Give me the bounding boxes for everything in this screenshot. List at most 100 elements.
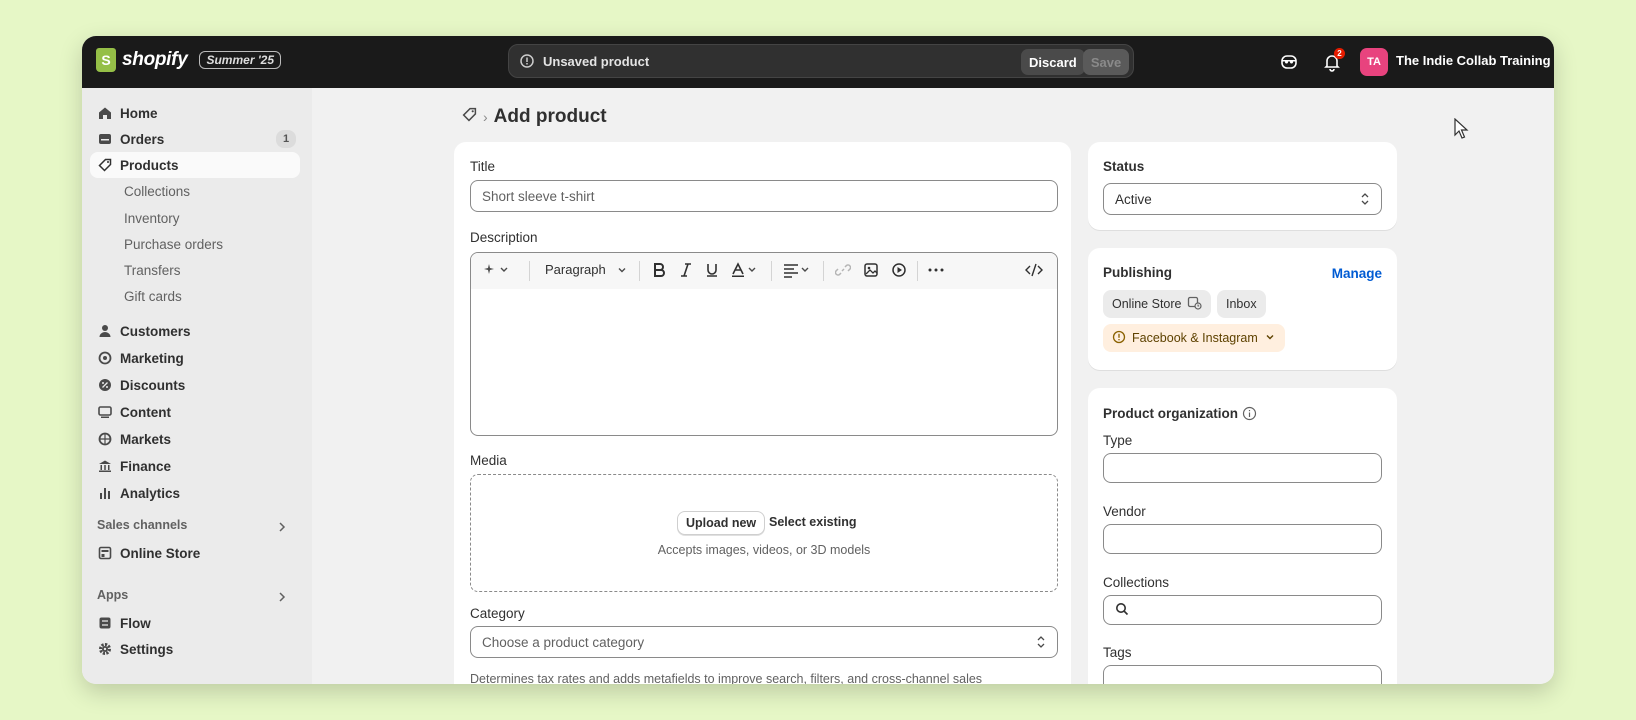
main-content: › Add product Title Short sleeve t-shirt… (312, 88, 1554, 684)
store-name[interactable]: The Indie Collab Training ... (1396, 53, 1554, 68)
sidebar-item-marketing[interactable]: Marketing (90, 345, 300, 371)
upload-new-button[interactable]: Upload new (677, 511, 766, 535)
sidebar: Home Orders 1 Products Collections Inven… (82, 88, 312, 684)
schedule-icon (1187, 295, 1203, 313)
search-icon (1115, 602, 1129, 619)
status-select[interactable]: Active (1103, 183, 1382, 215)
manage-link[interactable]: Manage (1332, 266, 1382, 281)
sidebar-item-label: Orders (120, 131, 165, 147)
sidekick-icon[interactable] (1279, 52, 1299, 77)
tag-icon[interactable] (462, 107, 477, 127)
title-input[interactable]: Short sleeve t-shirt (470, 180, 1058, 212)
sidebar-item-discounts[interactable]: Discounts (90, 372, 300, 398)
shopify-logo[interactable]: S shopify Summer '25 (96, 48, 282, 72)
content-icon (90, 405, 120, 419)
unsaved-label: Unsaved product (543, 54, 650, 69)
sidebar-item-purchase-orders[interactable]: Purchase orders (124, 237, 223, 252)
sidebar-item-transfers[interactable]: Transfers (124, 263, 181, 278)
category-select[interactable]: Choose a product category (470, 626, 1058, 658)
page-title: Add product (493, 106, 607, 127)
channel-chip-facebook-instagram[interactable]: Facebook & Instagram (1103, 324, 1285, 352)
mouse-cursor-icon (1454, 117, 1470, 145)
sidebar-item-finance[interactable]: Finance (90, 453, 300, 479)
sidebar-item-label: Customers (120, 323, 191, 339)
image-icon[interactable] (863, 262, 879, 278)
sidebar-item-markets[interactable]: Markets (90, 426, 300, 452)
type-label: Type (1103, 433, 1133, 448)
status-title: Status (1103, 159, 1145, 174)
sales-channels-heading: Sales channels (97, 518, 188, 532)
vendor-input[interactable] (1103, 524, 1382, 554)
align-left-icon[interactable] (783, 262, 813, 278)
breadcrumb: › Add product (462, 106, 607, 128)
product-organization-card: Product organization Type Vendor Collect… (1088, 388, 1397, 684)
toolbar-divider (917, 261, 918, 281)
sidebar-item-flow[interactable]: Flow (90, 610, 300, 636)
category-placeholder: Choose a product category (482, 634, 645, 650)
discard-button[interactable]: Discard (1021, 49, 1085, 75)
chevron-down-icon (1264, 331, 1276, 346)
breadcrumb-separator: › (483, 109, 488, 125)
sidebar-item-orders[interactable]: Orders 1 (90, 126, 300, 152)
channel-name: Online Store (1112, 297, 1182, 311)
video-icon[interactable] (891, 262, 907, 278)
publishing-card: Publishing Manage Online Store Inbox Fac… (1088, 248, 1397, 370)
sidebar-item-products[interactable]: Products (90, 152, 300, 178)
select-existing-button[interactable]: Select existing (769, 515, 857, 529)
sidebar-item-label: Products (120, 157, 179, 173)
sidebar-item-gift-cards[interactable]: Gift cards (124, 289, 182, 304)
collections-search-input[interactable] (1103, 595, 1382, 625)
description-editor[interactable]: Paragraph (470, 252, 1058, 436)
sidebar-item-label: Analytics (120, 485, 181, 501)
code-view-icon[interactable] (1025, 262, 1043, 278)
channel-name: Facebook & Instagram (1132, 331, 1258, 345)
sidebar-item-settings[interactable]: Settings (90, 636, 300, 662)
product-details-card: Title Short sleeve t-shirt Description P… (454, 142, 1071, 684)
bold-icon[interactable] (651, 262, 667, 278)
media-dropzone[interactable]: Upload new Select existing Accepts image… (470, 474, 1058, 592)
chevron-right-icon[interactable] (276, 590, 288, 608)
person-icon (90, 324, 120, 338)
tag-icon (90, 158, 120, 172)
sidebar-item-label: Discounts (120, 377, 186, 393)
paragraph-format-select[interactable]: Paragraph (545, 262, 628, 277)
shopify-bag-icon: S (96, 48, 116, 72)
apps-heading: Apps (97, 588, 129, 602)
sidebar-item-inventory[interactable]: Inventory (124, 211, 180, 226)
info-icon[interactable] (1242, 406, 1257, 426)
save-button[interactable]: Save (1083, 49, 1129, 75)
sidebar-item-label: Home (120, 105, 158, 121)
sidebar-item-label: Marketing (120, 350, 184, 366)
text-color-icon[interactable] (731, 262, 759, 278)
link-icon[interactable] (835, 262, 851, 278)
brand-name: shopify (122, 49, 188, 70)
publishing-title: Publishing (1103, 265, 1172, 280)
type-input[interactable] (1103, 453, 1382, 483)
channel-chip-online-store[interactable]: Online Store (1103, 290, 1212, 318)
edition-badge[interactable]: Summer '25 (199, 51, 282, 69)
sidebar-item-label: Finance (120, 458, 172, 474)
orders-count-badge: 1 (276, 130, 296, 148)
paragraph-format-label: Paragraph (545, 262, 606, 277)
chevron-right-icon[interactable] (276, 520, 288, 538)
italic-icon[interactable] (679, 262, 693, 278)
ai-sparkle-icon[interactable] (483, 262, 511, 278)
sidebar-item-analytics[interactable]: Analytics (90, 480, 300, 506)
sidebar-item-online-store[interactable]: Online Store (90, 540, 300, 566)
toolbar-divider (529, 261, 530, 281)
underline-icon[interactable] (705, 262, 719, 278)
channel-chip-inbox[interactable]: Inbox (1217, 290, 1266, 318)
status-value: Active (1115, 191, 1152, 207)
sidebar-item-customers[interactable]: Customers (90, 318, 300, 344)
avatar[interactable]: TA (1360, 48, 1388, 76)
sidebar-item-label: Flow (120, 615, 151, 631)
more-icon[interactable] (927, 262, 945, 278)
sidebar-item-collections[interactable]: Collections (124, 184, 190, 199)
warning-circle-icon (1112, 330, 1126, 347)
home-icon (90, 106, 120, 120)
sidebar-item-home[interactable]: Home (90, 100, 300, 126)
toolbar-divider (639, 261, 640, 281)
app-window: S shopify Summer '25 Unsaved product Dis… (82, 36, 1554, 684)
tags-input[interactable] (1103, 665, 1382, 684)
sidebar-item-content[interactable]: Content (90, 399, 300, 425)
